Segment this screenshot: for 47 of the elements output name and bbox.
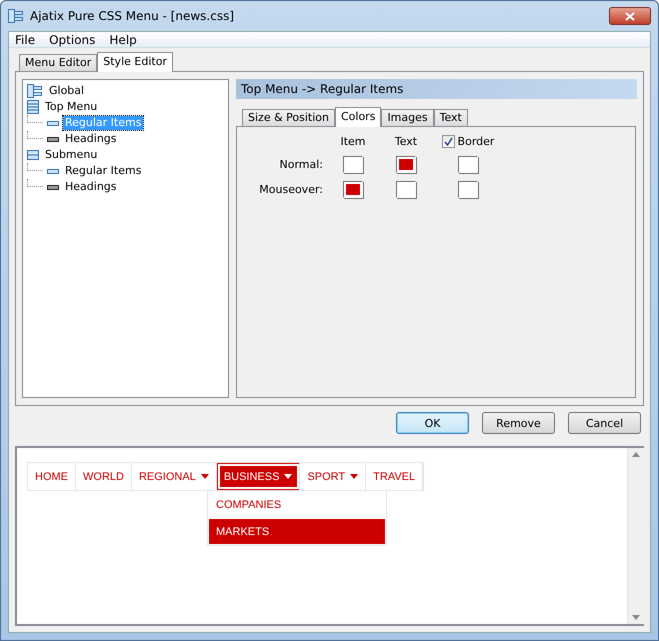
nav-item[interactable]: BUSINESS	[216, 463, 300, 490]
row-label: Normal:	[279, 158, 324, 171]
bar-icon	[47, 184, 59, 190]
tree-item[interactable]: Top Menu	[43, 100, 100, 114]
checkbox[interactable]	[442, 135, 455, 148]
tree-item[interactable]: Headings	[63, 180, 119, 194]
list-icon	[27, 150, 39, 160]
tree-item[interactable]: Headings	[63, 132, 119, 146]
scroll-up-icon[interactable]	[632, 452, 640, 457]
scrollbar[interactable]	[627, 448, 644, 624]
tab[interactable]: Style Editor	[97, 52, 173, 72]
row-label: Mouseover:	[259, 183, 324, 196]
menu-item[interactable]: Help	[103, 32, 143, 47]
column-label: Border	[458, 135, 494, 148]
menu-item[interactable]: File	[9, 32, 42, 47]
color-swatch[interactable]	[458, 181, 478, 198]
list-icon	[27, 100, 39, 114]
menu-item[interactable]: Options	[43, 32, 102, 47]
dialog-button[interactable]: Cancel	[568, 412, 641, 434]
dialog-button[interactable]: OK	[396, 412, 469, 434]
dialog-button[interactable]: Remove	[482, 412, 555, 434]
bar-icon	[47, 168, 59, 174]
close-icon	[625, 12, 635, 20]
close-button[interactable]	[609, 7, 651, 25]
tab[interactable]: Colors	[334, 107, 382, 127]
tree-icon	[27, 84, 43, 98]
section-header: Top Menu -> Regular Items	[236, 79, 637, 99]
tab[interactable]: Menu Editor	[19, 54, 98, 71]
column-label: Item	[340, 135, 366, 148]
tree-item[interactable]: Global	[47, 84, 86, 98]
color-swatch[interactable]	[396, 156, 416, 173]
column-label: Text	[394, 135, 418, 148]
dropdown-item[interactable]: MARKETS	[208, 518, 386, 545]
color-swatch[interactable]	[458, 156, 478, 173]
color-swatch[interactable]	[343, 181, 363, 198]
bar-icon	[47, 136, 59, 142]
tab[interactable]: Images	[381, 109, 434, 126]
tree-item[interactable]: Regular Items	[63, 164, 144, 178]
color-swatch[interactable]	[396, 181, 416, 198]
scroll-down-icon[interactable]	[632, 615, 640, 620]
color-swatch[interactable]	[343, 156, 363, 173]
bar-icon	[47, 120, 59, 126]
window-title: Ajatix Pure CSS Menu - [news.css]	[30, 9, 236, 23]
tree-item[interactable]: Submenu	[43, 148, 100, 162]
tab[interactable]: Size & Position	[242, 109, 335, 126]
tree-icon	[8, 9, 24, 23]
tab[interactable]: Text	[434, 109, 468, 126]
